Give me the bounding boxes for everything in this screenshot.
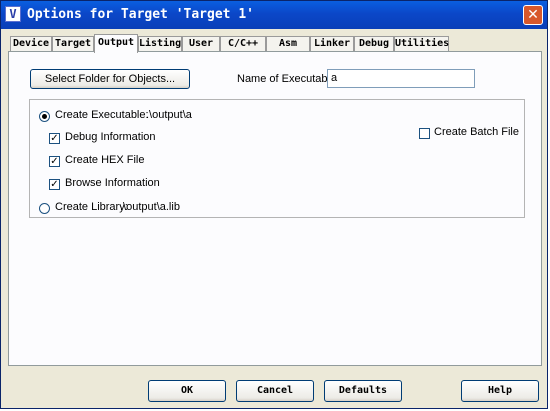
close-icon: ✕ [527, 7, 539, 23]
defaults-button[interactable]: Defaults [324, 380, 402, 402]
create-executable-path: .\output\a [146, 109, 192, 121]
output-options-group: Create Executable: .\output\a ✓ Debug In… [29, 99, 525, 218]
debug-information-label: Debug Information [65, 131, 156, 143]
browse-information-checkbox[interactable]: ✓ [49, 179, 60, 190]
name-of-executable-label: Name of Executable: [237, 73, 340, 85]
tab-output[interactable]: Output [94, 34, 138, 53]
tab-device[interactable]: Device [10, 36, 52, 52]
create-executable-label: Create Executable: [55, 109, 149, 121]
tab-user[interactable]: User [182, 36, 220, 52]
cancel-button[interactable]: Cancel [236, 380, 314, 402]
app-icon: V [5, 6, 21, 22]
help-button[interactable]: Help [461, 380, 539, 402]
create-hex-label: Create HEX File [65, 154, 145, 166]
window-title: Options for Target 'Target 1' [27, 7, 254, 22]
close-button[interactable]: ✕ [523, 5, 543, 25]
tab-utilities[interactable]: Utilities [394, 36, 449, 52]
create-library-label: Create Library: [55, 201, 128, 213]
tab-c-cpp[interactable]: C/C++ [220, 36, 266, 52]
tab-asm[interactable]: Asm [266, 36, 310, 52]
create-hex-checkbox[interactable]: ✓ [49, 156, 60, 167]
title-bar[interactable]: V Options for Target 'Target 1' ✕ [1, 1, 547, 29]
create-executable-radio[interactable] [39, 111, 50, 122]
create-batch-checkbox[interactable] [419, 128, 430, 139]
tab-linker[interactable]: Linker [310, 36, 354, 52]
ok-button[interactable]: OK [148, 380, 226, 402]
select-folder-button[interactable]: Select Folder for Objects... [30, 69, 190, 89]
options-dialog: V Options for Target 'Target 1' ✕ Device… [0, 0, 548, 409]
tab-listing[interactable]: Listing [138, 36, 182, 52]
create-library-radio[interactable] [39, 203, 50, 214]
output-panel: Select Folder for Objects... Name of Exe… [8, 51, 542, 366]
name-of-executable-input[interactable]: a [327, 69, 475, 88]
tab-target[interactable]: Target [52, 36, 94, 52]
create-batch-label: Create Batch File [434, 126, 519, 138]
create-library-path: .\output\a.lib [120, 201, 180, 213]
browse-information-label: Browse Information [65, 177, 160, 189]
tab-debug[interactable]: Debug [354, 36, 394, 52]
debug-information-checkbox[interactable]: ✓ [49, 133, 60, 144]
